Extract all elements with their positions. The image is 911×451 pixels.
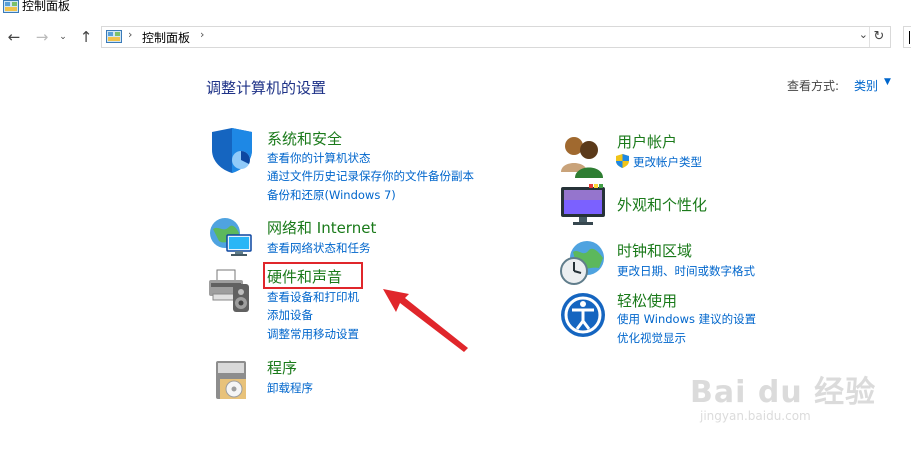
back-arrow-icon: ← <box>7 28 21 46</box>
clock-globe-icon[interactable] <box>559 238 607 286</box>
programs-disc-icon[interactable] <box>210 355 258 403</box>
link-change-date-time[interactable]: 更改日期、时间或数字格式 <box>617 263 755 279</box>
link-add-device[interactable]: 添加设备 <box>267 307 313 323</box>
category-ease-of-access[interactable]: 轻松使用 <box>617 290 677 311</box>
address-dropdown-icon[interactable]: ⌄ <box>859 28 868 41</box>
baidu-watermark: Bai du 经验 jingyan.baidu.com <box>690 365 890 435</box>
link-change-account-type[interactable]: 更改帐户类型 <box>633 154 702 170</box>
breadcrumb-control-panel[interactable]: 控制面板 <box>142 29 190 46</box>
forward-arrow-icon: → <box>35 28 49 46</box>
view-by-label: 查看方式: <box>787 79 840 93</box>
breadcrumb-separator[interactable]: › <box>200 28 204 41</box>
category-clock-region[interactable]: 时钟和区域 <box>617 240 692 261</box>
forward-button[interactable]: → <box>32 24 52 50</box>
link-devices-printers[interactable]: 查看设备和打印机 <box>267 289 359 305</box>
title-bar: 控制面板 <box>0 0 911 20</box>
link-uninstall-program[interactable]: 卸载程序 <box>267 380 313 396</box>
shield-icon[interactable] <box>208 126 256 174</box>
link-view-computer-status[interactable]: 查看你的计算机状态 <box>267 150 371 166</box>
watermark-brand: Bai du 经验 <box>690 375 877 410</box>
category-system-security[interactable]: 系统和安全 <box>267 128 342 149</box>
link-windows-suggested-settings[interactable]: 使用 Windows 建议的设置 <box>617 311 756 327</box>
control-panel-icon <box>3 0 19 13</box>
annotation-highlight-box <box>263 262 363 289</box>
annotation-arrow-icon <box>383 289 468 352</box>
category-user-accounts[interactable]: 用户帐户 <box>617 131 677 152</box>
search-input[interactable] <box>903 26 911 48</box>
category-network-internet[interactable]: 网络和 Internet <box>267 217 376 238</box>
printer-speaker-icon[interactable] <box>207 266 255 314</box>
link-optimize-visual-display[interactable]: 优化视觉显示 <box>617 330 686 346</box>
link-mobility-settings[interactable]: 调整常用移动设置 <box>267 326 359 342</box>
category-programs[interactable]: 程序 <box>267 357 297 378</box>
window-title: 控制面板 <box>22 0 71 13</box>
up-button[interactable]: ↑ <box>76 24 96 50</box>
back-button[interactable]: ← <box>4 24 24 50</box>
accessibility-icon[interactable] <box>559 291 607 339</box>
link-network-status[interactable]: 查看网络状态和任务 <box>267 240 371 256</box>
view-by-caret-icon[interactable]: ▼ <box>884 77 891 87</box>
page-title: 调整计算机的设置 <box>206 79 327 97</box>
recent-locations-button[interactable]: ⌄ <box>56 24 70 50</box>
refresh-icon[interactable]: ↻ <box>869 27 888 47</box>
users-icon[interactable] <box>559 132 607 180</box>
monitor-personalize-icon[interactable] <box>559 181 607 229</box>
view-by-dropdown[interactable]: 类别 <box>854 77 878 94</box>
category-appearance[interactable]: 外观和个性化 <box>617 194 707 215</box>
text-caret <box>909 31 910 44</box>
watermark-url: jingyan.baidu.com <box>700 409 811 423</box>
breadcrumb-separator[interactable]: › <box>128 28 132 41</box>
network-globe-icon[interactable] <box>207 213 255 261</box>
link-file-history[interactable]: 通过文件历史记录保存你的文件备份副本 <box>267 168 474 184</box>
uac-shield-icon <box>616 154 629 168</box>
address-bar[interactable]: › 控制面板 › ⌄ ↻ <box>101 26 891 48</box>
up-arrow-icon: ↑ <box>79 28 93 46</box>
navigation-bar: ← → ⌄ ↑ › 控制面板 › ⌄ ↻ <box>0 24 911 52</box>
chevron-down-icon: ⌄ <box>59 32 67 42</box>
control-panel-icon <box>106 30 122 43</box>
link-backup-restore[interactable]: 备份和还原(Windows 7) <box>267 187 396 203</box>
